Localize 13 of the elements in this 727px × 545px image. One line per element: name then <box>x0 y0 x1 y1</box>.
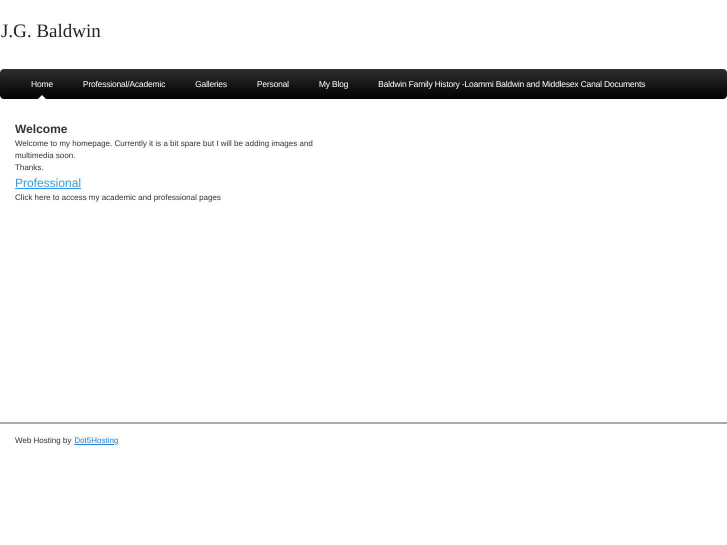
link-caption: Click here to access my academic and professional pages <box>15 192 222 204</box>
nav-link[interactable]: My Blog <box>304 69 364 99</box>
nav-link[interactable]: Baldwin Family History -Loammi Baldwin and Middlesex Canal Documents <box>363 69 660 99</box>
nav-link[interactable]: Galleries <box>180 69 242 99</box>
nav-link[interactable]: Personal <box>242 69 304 99</box>
intro-text: Welcome to my homepage. Currently it is a bit spare but I will be adding images and multimedia soon. <box>15 138 314 162</box>
hosting-link[interactable]: Dot5Hosting <box>74 436 118 445</box>
footer-text: Web Hosting by <box>15 435 72 447</box>
site-title: J.G. Baldwin <box>0 20 102 44</box>
thanks-text: Thanks. <box>15 162 44 174</box>
nav-link[interactable]: Professional/Academic <box>68 69 180 99</box>
welcome-heading: Welcome <box>15 122 68 136</box>
nav-link[interactable]: Home <box>16 69 68 99</box>
